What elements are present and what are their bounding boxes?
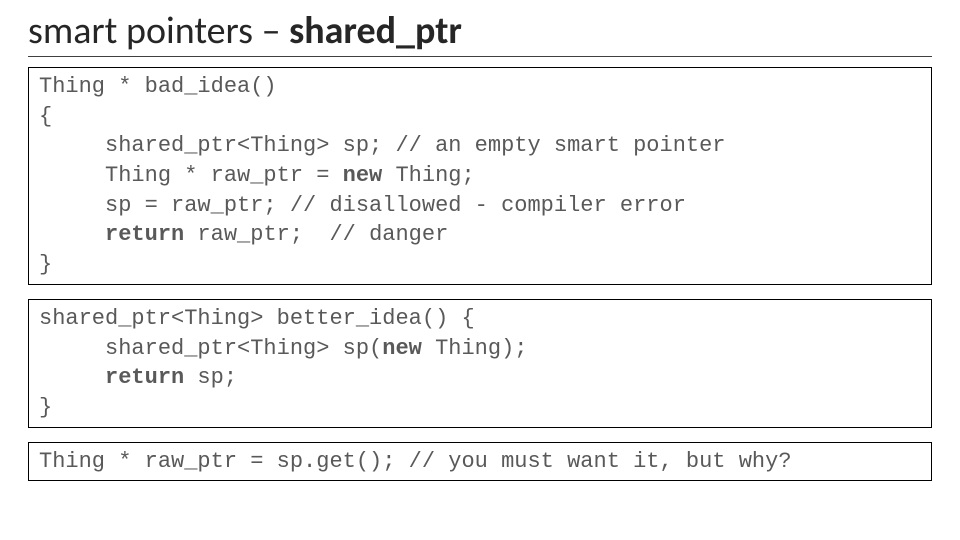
code-block-3: Thing * raw_ptr = sp.get(); // you must …	[28, 442, 932, 482]
code-1: Thing * bad_idea() { shared_ptr<Thing> s…	[39, 72, 921, 280]
title-bold: shared_ptr	[289, 8, 462, 54]
code-block-1: Thing * bad_idea() { shared_ptr<Thing> s…	[28, 67, 932, 285]
code-block-2: shared_ptr<Thing> better_idea() { shared…	[28, 299, 932, 428]
code-2: shared_ptr<Thing> better_idea() { shared…	[39, 304, 921, 423]
slide: smart pointers – shared_ptr Thing * bad_…	[0, 0, 960, 481]
title-plain: smart pointers –	[28, 8, 289, 54]
slide-title: smart pointers – shared_ptr	[28, 8, 932, 57]
code-3: Thing * raw_ptr = sp.get(); // you must …	[39, 447, 921, 477]
